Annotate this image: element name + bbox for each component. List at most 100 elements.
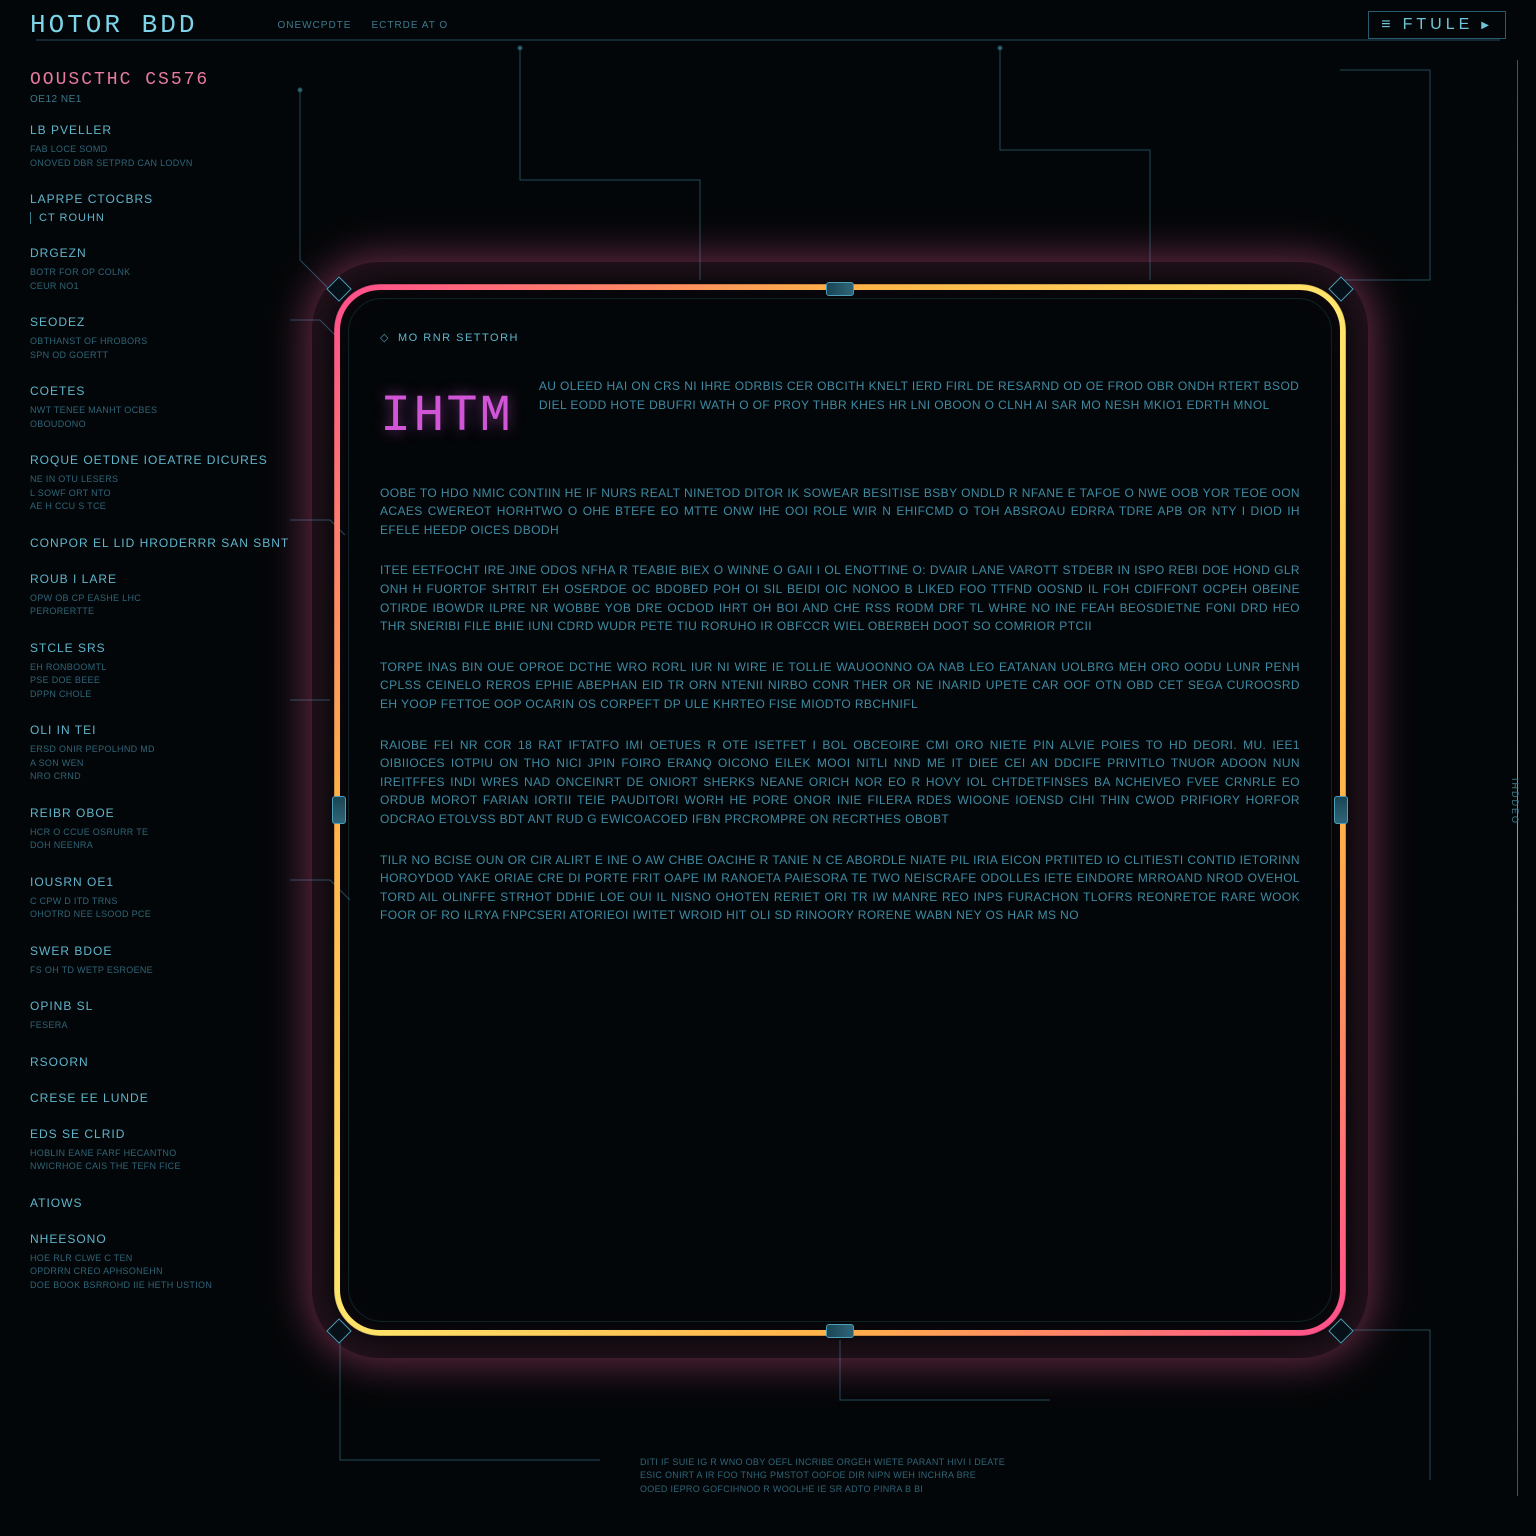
sidebar-item-line: SPN OD GOERTT: [30, 349, 290, 363]
body-paragraph: ITEE EETFOCHT IRE JINE ODOS NFHA R TEABI…: [380, 561, 1300, 635]
sidebar-item-line: DPPN CHOLE: [30, 688, 290, 702]
sidebar-item-line: ERSD ONIR PEPOLHND MD: [30, 743, 290, 757]
intro-text: AU OLEED HAI ON CRS NI IHRE ODRBIS CER O…: [539, 377, 1300, 458]
sidebar-item-line: FESERA: [30, 1019, 290, 1033]
sidebar-item[interactable]: LB PVELLER FAB LOCE SOMDONOVED DBR SETPRD…: [30, 123, 290, 170]
corner-diamond-icon: [1328, 276, 1353, 301]
sidebar-item-head: CRESE EE LUNDE: [30, 1091, 290, 1105]
sidebar-item-head: ROQUE OETDNE IOEATRE DICURES: [30, 453, 290, 467]
sidebar-item-head: LB PVELLER: [30, 123, 290, 137]
edge-knob-icon: [826, 282, 854, 296]
sidebar: OOUSCTHC CS576 OE12 NE1 LB PVELLER FAB LO…: [30, 70, 290, 1314]
app-logo: HOTOR BDD: [30, 10, 197, 40]
content-header-label: MO RNR SETTORH: [398, 330, 519, 347]
sidebar-item-head: REIBR OBOE: [30, 806, 290, 820]
sidebar-item[interactable]: EDS SE CLRID HOBLIN EANE FARF HECANTNONWI…: [30, 1127, 290, 1174]
sidebar-item[interactable]: CONPOR EL LID HRODERRR SAN SBNT: [30, 536, 290, 550]
body-paragraph: RAIOBE FEI NR COR 18 RAT IFTATFO IMI OET…: [380, 736, 1300, 829]
sidebar-item-head: RSOORN: [30, 1055, 290, 1069]
edge-knob-icon: [1334, 796, 1348, 824]
sidebar-item[interactable]: REIBR OBOE HCR O CCUE OSRURR TEDOH NEENRA: [30, 806, 290, 853]
content-area: MO RNR SETTORH IHTM AU OLEED HAI ON CRS …: [380, 330, 1300, 1290]
sidebar-item[interactable]: LAPRPE CTOCBRSCT ROUHN: [30, 192, 290, 224]
sidebar-item-head: ROUB I LARE: [30, 572, 290, 586]
sidebar-item-head: LAPRPE CTOCBRS: [30, 192, 290, 206]
sidebar-item-head: SWER BDOE: [30, 944, 290, 958]
corner-diamond-icon: [326, 276, 351, 301]
sidebar-item-line: NWT TENEE MANHT OCBES: [30, 404, 290, 418]
sidebar-item-line: OPDRRN CREO APHSONEHN: [30, 1265, 290, 1279]
sidebar-item-line: OPW OB CP EASHE LHC: [30, 592, 290, 606]
sidebar-item[interactable]: NHEESONO HOE RLR CLWE C TENOPDRRN CREO AP…: [30, 1232, 290, 1293]
top-right: FTULE: [1368, 11, 1506, 39]
sidebar-item-line: OBOUDONO: [30, 418, 290, 432]
sidebar-item-line: AE H CCU S TCE: [30, 500, 290, 514]
sidebar-item-line: PERORERTTE: [30, 605, 290, 619]
sidebar-item-line: ONOVED DBR SETPRD CAN LODVN: [30, 157, 290, 171]
sidebar-item-head: IOUSRN OE1: [30, 875, 290, 889]
sidebar-item[interactable]: ATIOWS: [30, 1196, 290, 1210]
sidebar-item-head: NHEESONO: [30, 1232, 290, 1246]
sidebar-item-line: NWICRHOE CAIS THE TEFN FICE: [30, 1160, 290, 1174]
corner-diamond-icon: [326, 1318, 351, 1343]
sidebar-item-line: HOE RLR CLWE C TEN: [30, 1252, 290, 1266]
sidebar-item-line: DOH NEENRA: [30, 839, 290, 853]
sidebar-item-head: CONPOR EL LID HRODERRR SAN SBNT: [30, 536, 290, 550]
sidebar-subtitle: OE12 NE1: [30, 94, 290, 105]
sidebar-item-line: DOE BOOK BSRROHD IIE HETH USTION: [30, 1279, 290, 1293]
sidebar-item-line: FS OH TD WETP ESROENE: [30, 964, 290, 978]
sidebar-item[interactable]: COETES NWT TENEE MANHT OCBESOBOUDONO: [30, 384, 290, 431]
sidebar-item-line: PSE DOE BEEE: [30, 674, 290, 688]
top-meta: ONEWCPDTE ECTRDE AT O: [277, 20, 448, 31]
sidebar-item[interactable]: CRESE EE LUNDE: [30, 1091, 290, 1105]
footer-line: ESIC ONIRT A IR FOO TNHG PMSTOT OOFOE DI…: [640, 1469, 1340, 1483]
sidebar-item-line: EH RONBOOMTL: [30, 661, 290, 675]
sidebar-title: OOUSCTHC CS576: [30, 70, 290, 90]
meta-2: ECTRDE AT O: [371, 20, 448, 31]
sidebar-item-line: NE IN OTU LESERS: [30, 473, 290, 487]
sidebar-item-line: CEUR NO1: [30, 280, 290, 294]
sidebar-item-head: SEODEZ: [30, 315, 290, 329]
sidebar-item[interactable]: DRGEZN BOTR FOR OP COLNKCEUR NO1: [30, 246, 290, 293]
sidebar-item-head: DRGEZN: [30, 246, 290, 260]
sidebar-item-head: COETES: [30, 384, 290, 398]
sidebar-item[interactable]: IOUSRN OE1C CPW D ITD TRNSOHOTRD NEE LSO…: [30, 875, 290, 922]
ihtm-heading: IHTM: [380, 377, 513, 458]
menu-label: FTULE: [1403, 16, 1474, 34]
menu-button[interactable]: FTULE: [1368, 11, 1506, 39]
main-stage: MO RNR SETTORH IHTM AU OLEED HAI ON CRS …: [340, 290, 1340, 1330]
sidebar-item[interactable]: ROUB I LARE OPW OB CP EASHE LHCPERORERTTE: [30, 572, 290, 619]
intro-row: IHTM AU OLEED HAI ON CRS NI IHRE ODRBIS …: [380, 377, 1300, 458]
edge-knob-icon: [826, 1324, 854, 1338]
sidebar-item-line: OBTHANST OF HROBORS: [30, 335, 290, 349]
sidebar-item-head: ATIOWS: [30, 1196, 290, 1210]
sidebar-item[interactable]: OPINB SL FESERA: [30, 999, 290, 1033]
body-paragraph: TILR NO BCISE OUN OR CIR ALIRT E INE O A…: [380, 851, 1300, 925]
sidebar-item-line: BOTR FOR OP COLNK: [30, 266, 290, 280]
sidebar-item[interactable]: ROQUE OETDNE IOEATRE DICURES NE IN OTU LE…: [30, 453, 290, 514]
sidebar-item[interactable]: SEODEZ OBTHANST OF HROBORSSPN OD GOERTT: [30, 315, 290, 362]
corner-diamond-icon: [1328, 1318, 1353, 1343]
sidebar-item-line: FAB LOCE SOMD: [30, 143, 290, 157]
top-bar: HOTOR BDD ONEWCPDTE ECTRDE AT O FTULE: [0, 0, 1536, 50]
sidebar-item[interactable]: RSOORN: [30, 1055, 290, 1069]
sidebar-item-line: A SON WEN: [30, 757, 290, 771]
sidebar-item-head: OPINB SL: [30, 999, 290, 1013]
sidebar-item-head: STCLE SRS: [30, 641, 290, 655]
sidebar-item-line: HOBLIN EANE FARF HECANTNO: [30, 1147, 290, 1161]
rail-label: IHDDEO: [1510, 778, 1520, 825]
sidebar-item[interactable]: SWER BDOE FS OH TD WETP ESROENE: [30, 944, 290, 978]
sidebar-item[interactable]: STCLE SRS EH RONBOOMTLPSE DOE BEEEDPPN CH…: [30, 641, 290, 702]
body-paragraph: OOBE TO HDO NMIC CONTIIN HE IF NURS REAL…: [380, 484, 1300, 540]
sidebar-item[interactable]: OLI IN TEIERSD ONIR PEPOLHND MDA SON WEN…: [30, 723, 290, 784]
sidebar-item-line: OHOTRD NEE LSOOD PCE: [30, 908, 290, 922]
footer-line: OOED IEPRO GOFCIHNOD R WOOLHE IE SR ADTO…: [640, 1483, 1340, 1497]
right-rail: IHDDEO: [1512, 60, 1518, 1496]
body-paragraph: TORPE INAS BIN OUE OPROE DCTHE WRO RORL …: [380, 658, 1300, 714]
sidebar-item-line: L SOWF ORT NTO: [30, 487, 290, 501]
footer-line: DITI IF SUIE IG R WNO OBY OEFL INCRIBE O…: [640, 1456, 1340, 1470]
sidebar-item-line: HCR O CCUE OSRURR TE: [30, 826, 290, 840]
footer-text: DITI IF SUIE IG R WNO OBY OEFL INCRIBE O…: [640, 1456, 1340, 1497]
sidebar-item-head: EDS SE CLRID: [30, 1127, 290, 1141]
meta-1: ONEWCPDTE: [277, 20, 351, 31]
